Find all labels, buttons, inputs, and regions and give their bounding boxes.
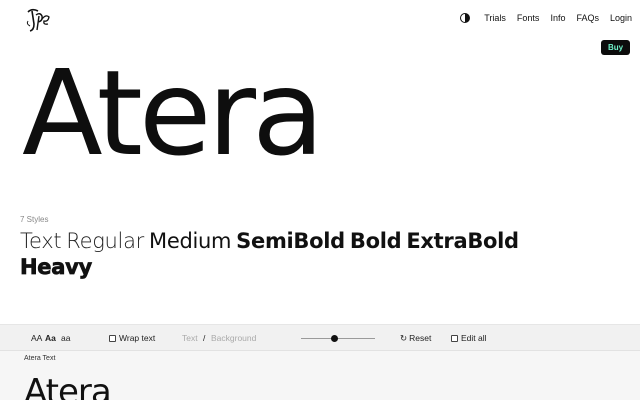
checkbox-icon[interactable] xyxy=(109,335,116,342)
font-title: Atera xyxy=(22,44,324,182)
checkbox-icon[interactable] xyxy=(451,335,458,342)
top-nav: Trials Fonts Info FAQs Login xyxy=(460,13,632,23)
style-medium[interactable]: Medium xyxy=(149,229,231,253)
wrap-text-label: Wrap text xyxy=(119,333,156,343)
contrast-icon[interactable] xyxy=(460,13,471,23)
wrap-text-toggle[interactable]: Wrap text xyxy=(109,333,155,343)
preview-editable-text[interactable]: Atera xyxy=(24,375,112,400)
reset-button[interactable]: ↻ Reset xyxy=(400,333,431,344)
nav-link-faqs[interactable]: FAQs xyxy=(576,13,599,23)
reset-label: Reset xyxy=(409,333,432,343)
styles-count: 7 Styles xyxy=(20,215,49,224)
type-tester-preview: Atera Text Atera xyxy=(0,351,640,400)
nav-link-fonts[interactable]: Fonts xyxy=(517,13,540,23)
style-text[interactable]: Text xyxy=(20,229,62,253)
style-extrabold[interactable]: ExtraBold xyxy=(406,229,519,253)
type-monogram-logo-icon xyxy=(26,8,50,32)
buy-button[interactable]: Buy xyxy=(601,40,630,55)
text-color-picker[interactable]: Text xyxy=(182,333,198,343)
size-slider[interactable] xyxy=(301,335,375,342)
refresh-icon: ↻ xyxy=(400,333,408,343)
case-lower-button[interactable]: aa xyxy=(61,333,70,343)
color-separator: / xyxy=(203,333,206,343)
background-color-picker[interactable]: Background xyxy=(211,333,256,343)
style-heavy[interactable]: Heavy xyxy=(20,255,93,280)
case-upper-button[interactable]: AA xyxy=(31,333,42,343)
nav-link-login[interactable]: Login xyxy=(610,13,632,23)
style-bold[interactable]: Bold xyxy=(350,229,402,253)
type-logo[interactable] xyxy=(22,4,54,36)
preview-style-label: Atera Text xyxy=(24,355,56,362)
type-tester-toolbar: AA Aa aa Wrap text Text / Background ↻ Re… xyxy=(0,324,640,351)
nav-link-trials[interactable]: Trials xyxy=(484,13,506,23)
style-regular[interactable]: Regular xyxy=(66,229,144,253)
edit-all-label: Edit all xyxy=(461,333,487,343)
style-weights-list: Text Regular Medium SemiBold Bold ExtraBold He… xyxy=(20,228,600,280)
style-semibold[interactable]: SemiBold xyxy=(236,229,345,253)
case-title-button[interactable]: Aa xyxy=(45,333,56,343)
nav-link-info[interactable]: Info xyxy=(550,13,565,23)
slider-handle[interactable] xyxy=(331,335,338,342)
edit-all-toggle[interactable]: Edit all xyxy=(451,333,487,343)
